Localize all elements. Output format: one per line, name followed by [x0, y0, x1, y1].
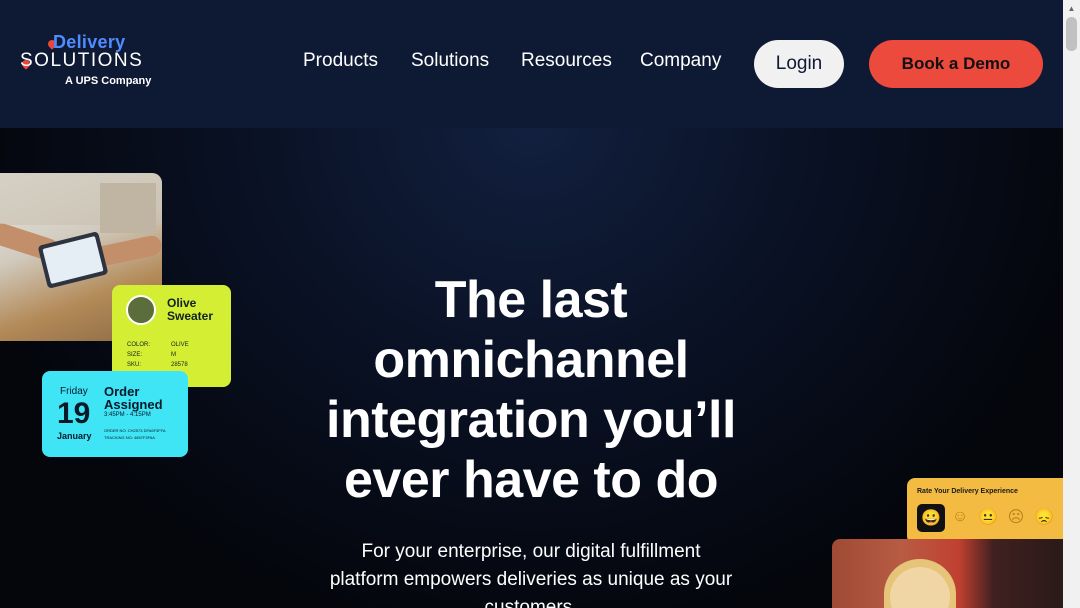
- order-time: 3:45PM - 4:15PM: [104, 412, 151, 418]
- face-sad-icon[interactable]: ☹: [1005, 506, 1027, 528]
- login-button[interactable]: Login: [754, 40, 844, 88]
- product-avatar: [126, 295, 156, 325]
- rating-card: Rate Your Delivery Experience 😀 ☺ 😐 ☹ 😞: [907, 478, 1063, 544]
- face-neutral-icon[interactable]: 😐: [977, 506, 999, 528]
- customer-photo: [832, 539, 1063, 608]
- order-day: Friday: [60, 386, 88, 397]
- logo-tagline: A UPS Company: [65, 75, 152, 87]
- hero-title: The last omnichannel integration you’ll …: [326, 271, 736, 509]
- logo-word-solutions: SOLUTIONS: [20, 50, 144, 71]
- product-details: COLOR: OLIVE SIZE: M SKU: 28578: [127, 342, 189, 368]
- nav-products[interactable]: Products: [303, 50, 378, 72]
- order-card: Friday 19 January Order Assigned 3:45PM …: [42, 371, 188, 457]
- order-meta: ORDER NO: CH2573 DFA6F3FFA TRACKING NO: …: [104, 428, 166, 440]
- site-header: Delivery SOLUTIONS A UPS Company Product…: [0, 0, 1063, 128]
- order-month: January: [57, 431, 92, 441]
- page: Delivery SOLUTIONS A UPS Company Product…: [0, 0, 1063, 608]
- product-title: Olive Sweater: [167, 296, 214, 323]
- nav-company[interactable]: Company: [640, 50, 721, 72]
- hero-subtitle: For your enterprise, our digital fulfill…: [329, 541, 733, 608]
- face-unhappy-icon[interactable]: 😞: [1033, 506, 1055, 528]
- face-happy-icon[interactable]: 😀: [917, 504, 945, 532]
- logo[interactable]: Delivery SOLUTIONS A UPS Company: [18, 30, 168, 90]
- scroll-thumb[interactable]: [1066, 17, 1077, 51]
- order-status: Order Assigned: [104, 384, 163, 412]
- order-date: 19: [57, 397, 91, 430]
- nav-resources[interactable]: Resources: [521, 50, 612, 72]
- book-demo-button[interactable]: Book a Demo: [869, 40, 1043, 88]
- scrollbar[interactable]: ▲: [1063, 0, 1080, 608]
- scroll-up-icon[interactable]: ▲: [1063, 0, 1080, 17]
- rating-title: Rate Your Delivery Experience: [917, 488, 1018, 495]
- nav-solutions[interactable]: Solutions: [411, 50, 489, 72]
- face-smile-icon[interactable]: ☺: [949, 506, 971, 528]
